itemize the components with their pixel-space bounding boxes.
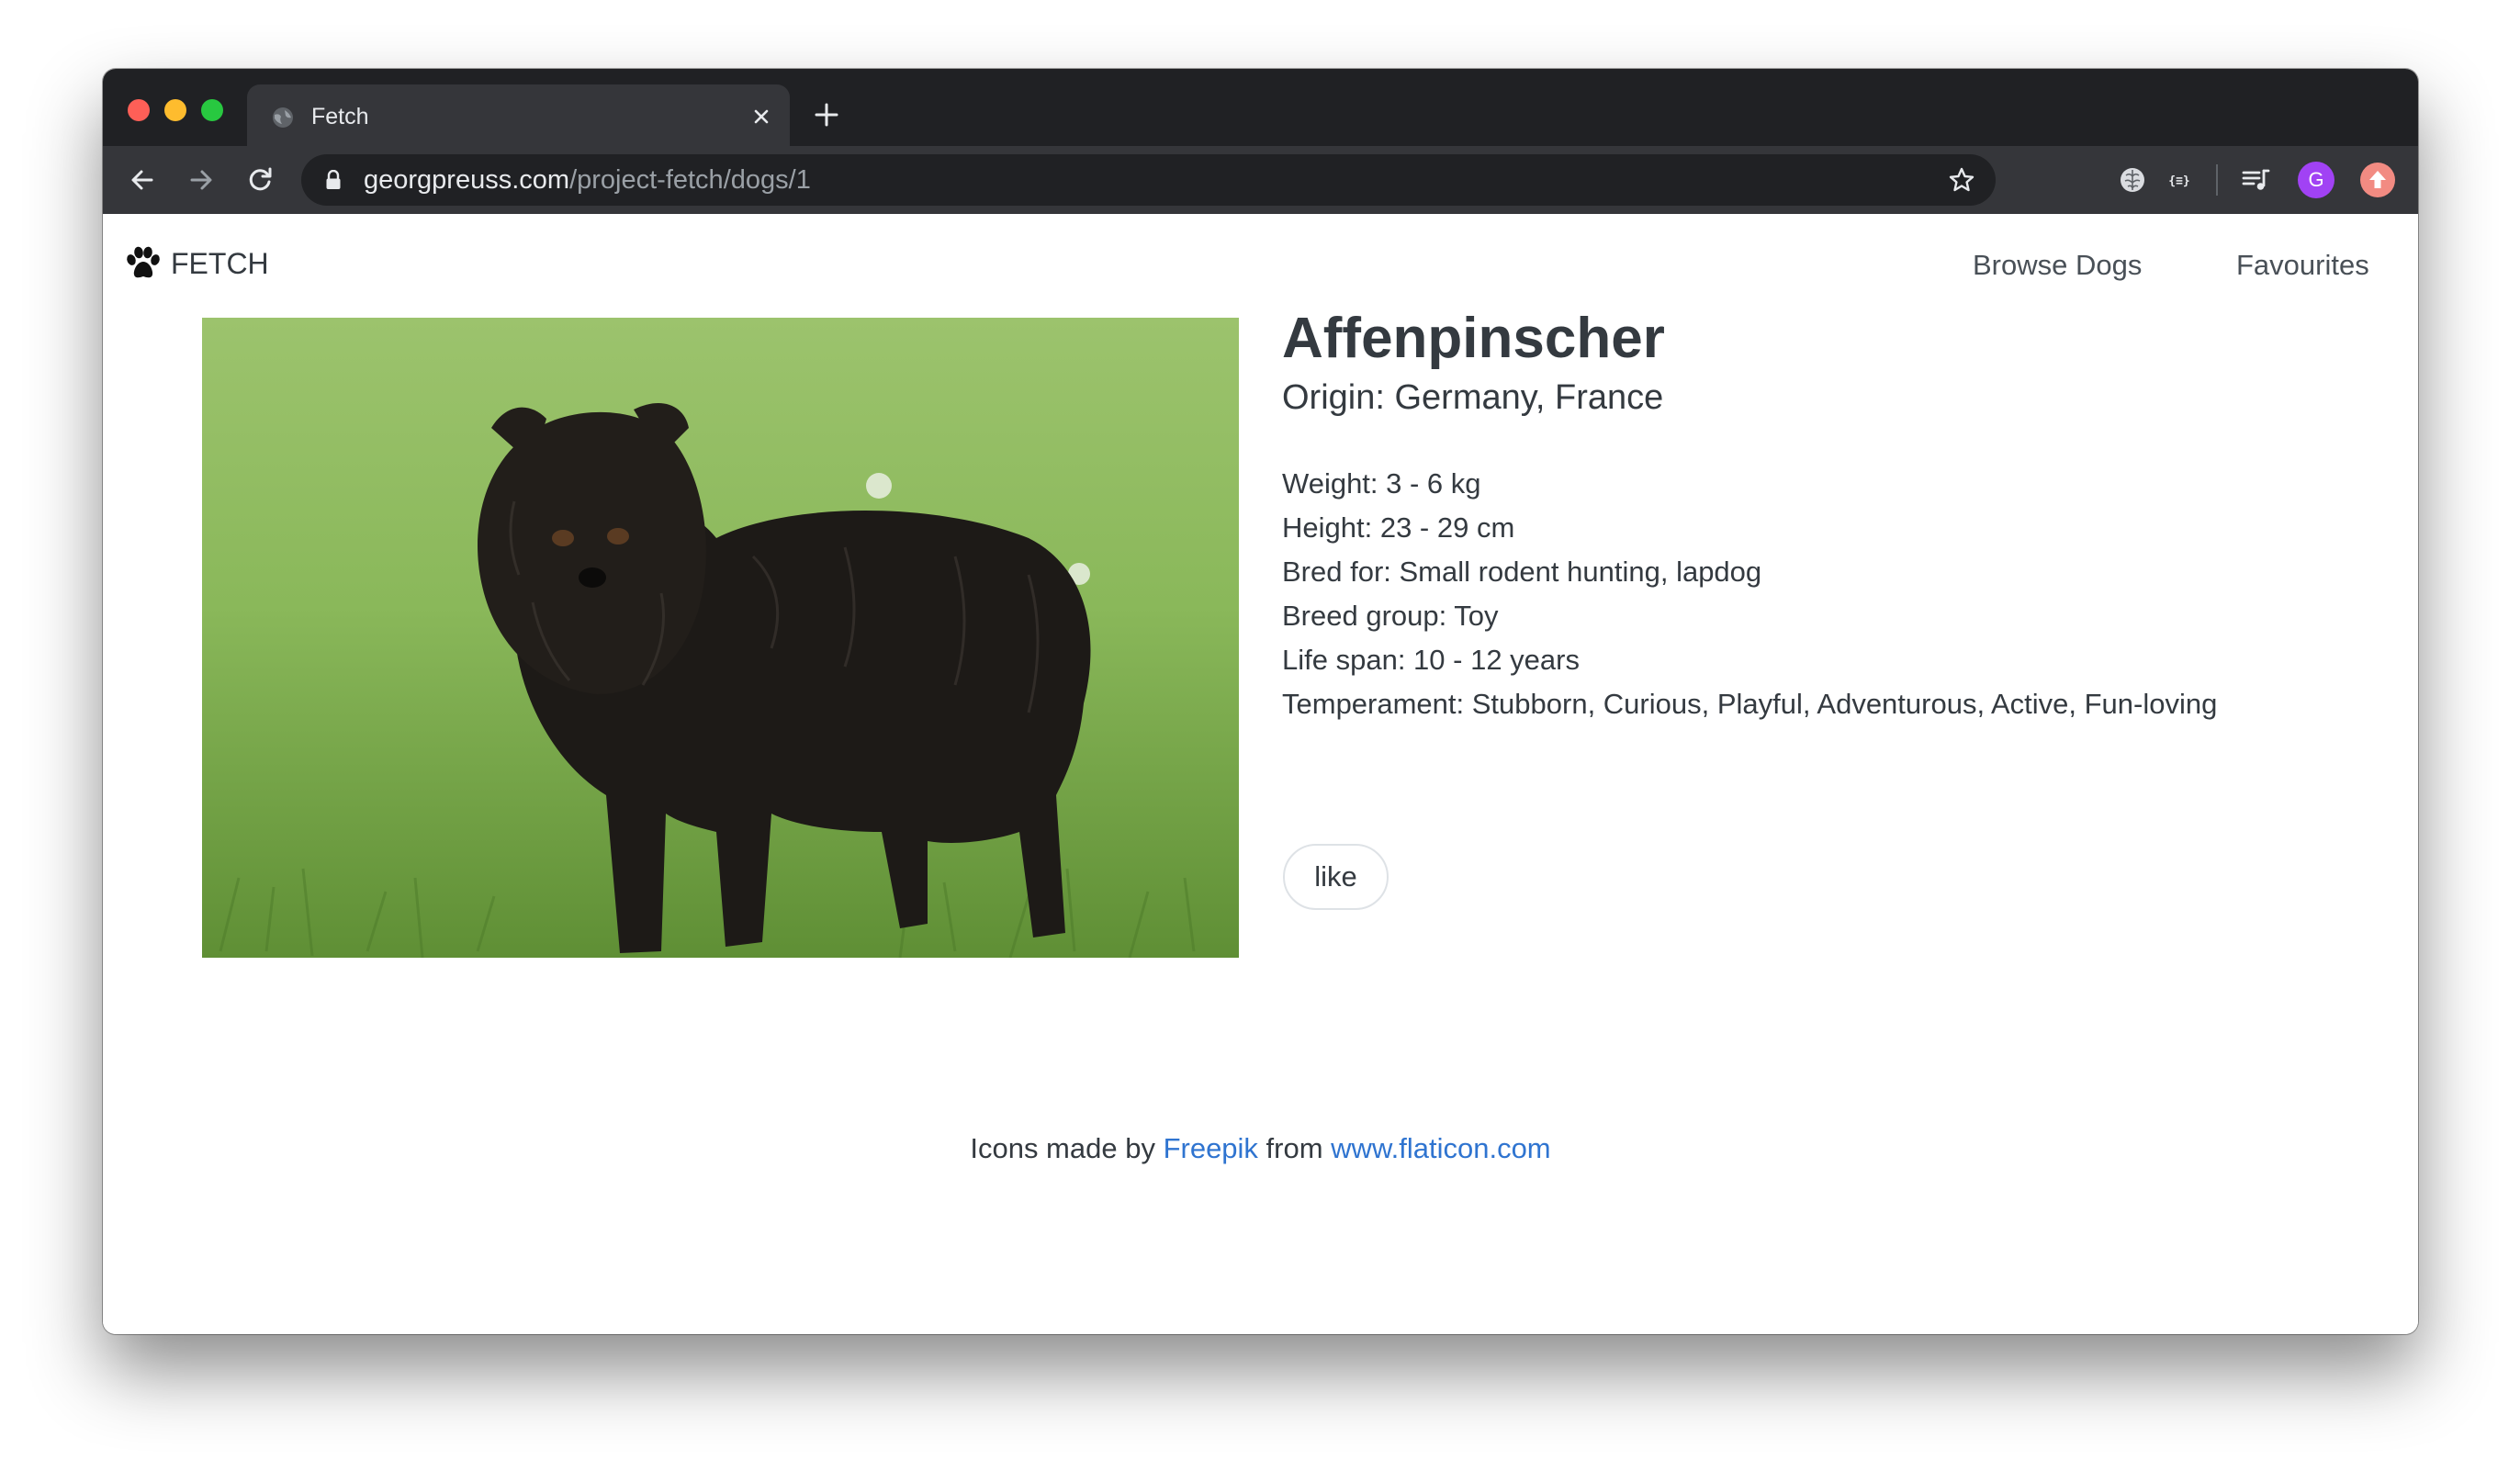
maximize-window-button[interactable] bbox=[201, 99, 223, 121]
url-path: /project-fetch/dogs/1 bbox=[569, 165, 811, 195]
dog-photo bbox=[202, 318, 1239, 958]
forward-icon[interactable] bbox=[186, 164, 217, 196]
fact-height: Height: 23 - 29 cm bbox=[1282, 511, 1515, 544]
browser-toolbar: georgpreuss.com/project-fetch/dogs/1 {≡}… bbox=[103, 146, 2418, 214]
close-window-button[interactable] bbox=[128, 99, 150, 121]
close-tab-icon[interactable] bbox=[749, 105, 773, 129]
back-icon[interactable] bbox=[127, 164, 158, 196]
toolbar-divider bbox=[2216, 164, 2218, 196]
tab-title: Fetch bbox=[311, 104, 369, 129]
like-button[interactable]: like bbox=[1283, 844, 1389, 910]
breed-title: Affenpinscher bbox=[1282, 307, 1665, 370]
reload-icon[interactable] bbox=[244, 164, 276, 196]
url-text: georgpreuss.com/project-fetch/dogs/1 bbox=[364, 165, 811, 196]
footer-prefix: Icons made by bbox=[970, 1132, 1164, 1164]
bookmark-star-icon[interactable] bbox=[1948, 166, 1975, 194]
browser-window: Fetch georgpreuss.com/project-fetch/dogs… bbox=[103, 69, 2418, 1334]
lock-icon[interactable] bbox=[325, 170, 342, 190]
flaticon-link[interactable]: www.flaticon.com bbox=[1331, 1132, 1550, 1164]
tab-strip: Fetch bbox=[103, 69, 2418, 146]
fact-temperament: Temperament: Stubborn, Curious, Playful,… bbox=[1282, 688, 2218, 720]
brand-link[interactable]: FETCH bbox=[125, 245, 269, 282]
breed-origin: Origin: Germany, France bbox=[1282, 378, 1664, 417]
fact-weight: Weight: 3 - 6 kg bbox=[1282, 467, 1481, 500]
url-host: georgpreuss.com bbox=[364, 165, 570, 195]
minimize-window-button[interactable] bbox=[164, 99, 186, 121]
brain-extension-icon[interactable] bbox=[2117, 164, 2148, 196]
profile-avatar[interactable]: G bbox=[2298, 162, 2334, 198]
nav-browse-dogs[interactable]: Browse Dogs bbox=[1973, 249, 2142, 282]
affenpinscher-image bbox=[202, 318, 1239, 958]
freepik-link[interactable]: Freepik bbox=[1164, 1132, 1258, 1164]
page-content: FETCH Browse Dogs Favourites Affenpinsch… bbox=[103, 214, 2418, 1334]
fact-breed-group: Breed group: Toy bbox=[1282, 600, 1499, 632]
breed-facts: Weight: 3 - 6 kg Height: 23 - 29 cm Bred… bbox=[1282, 462, 2217, 726]
json-extension-icon[interactable]: {≡} bbox=[2164, 164, 2195, 196]
media-queue-icon[interactable] bbox=[2240, 164, 2271, 196]
update-badge-icon[interactable] bbox=[2360, 163, 2395, 197]
fact-life-span: Life span: 10 - 12 years bbox=[1282, 644, 1580, 676]
globe-icon bbox=[273, 107, 293, 128]
footer-credit: Icons made by Freepik from www.flaticon.… bbox=[103, 1132, 2418, 1165]
paw-icon bbox=[127, 246, 160, 278]
address-bar[interactable]: georgpreuss.com/project-fetch/dogs/1 bbox=[301, 154, 1996, 206]
brand-name: FETCH bbox=[171, 246, 269, 280]
tab-fetch[interactable]: Fetch bbox=[247, 84, 790, 146]
svg-text:{≡}: {≡} bbox=[2168, 174, 2189, 188]
fact-bred-for: Bred for: Small rodent hunting, lapdog bbox=[1282, 556, 1762, 588]
nav-favourites[interactable]: Favourites bbox=[2236, 249, 2369, 282]
footer-middle: from bbox=[1257, 1132, 1332, 1164]
arrow-up-icon bbox=[2369, 171, 2386, 188]
new-tab-icon[interactable] bbox=[812, 100, 841, 129]
